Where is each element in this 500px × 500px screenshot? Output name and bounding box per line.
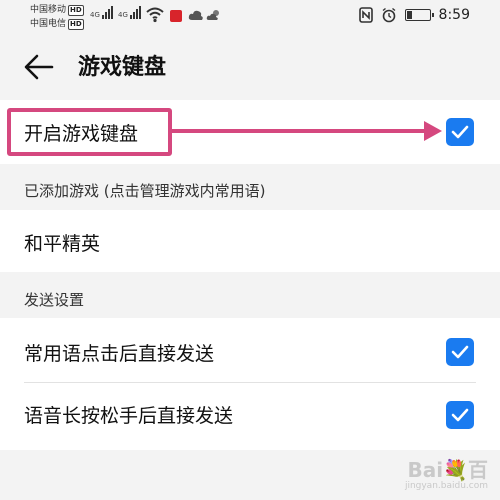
cloud-icon [188,10,203,20]
checkmark-icon [451,345,469,359]
clock: 8:59 [438,7,470,23]
send-after-tap-checkbox[interactable] [446,338,474,366]
annotation-arrow-head-icon [424,121,442,141]
wifi-icon [146,7,164,23]
hd-badge: HD [68,4,84,16]
back-arrow-icon[interactable] [22,50,56,84]
battery-icon [404,9,434,21]
hd-badge: HD [68,18,84,30]
signal-2: 4G [118,6,141,19]
enable-game-keyboard-checkbox[interactable] [446,118,474,146]
weather-icon [206,10,219,20]
checkmark-icon [451,125,469,139]
voice-release-checkbox[interactable] [446,401,474,429]
voice-release-label: 语音长按松手后直接发送 [24,405,234,427]
watermark-logo: Bai💐百 [407,458,489,482]
toolbar: 游戏键盘 [0,36,500,100]
annotation-highlight-box [7,108,172,156]
alarm-icon [382,7,395,23]
signal-2-label: 4G [118,11,128,19]
send-settings-group: 常用语点击后直接发送 语音长按松手后直接发送 [0,318,500,450]
notification-app-icon [170,10,182,22]
nfc-icon [358,7,373,23]
signal-bars-icon [101,6,113,19]
checkmark-icon [451,408,469,422]
divider [24,382,476,383]
status-right: 8:59 [358,7,470,23]
carrier-1: 中国移动 [30,5,67,15]
carrier-2: 中国电信 [30,19,67,29]
status-bar: 中国移动 HD 中国电信 HD 4G 4G 8:59 [0,0,500,36]
annotation-arrow-line [172,129,430,133]
carrier-info: 中国移动 HD 中国电信 HD [30,3,84,31]
send-after-tap-label: 常用语点击后直接发送 [24,343,215,365]
signal-1-label: 4G [90,11,100,19]
send-settings-header: 发送设置 [24,291,85,309]
watermark: Bai💐百 jingyan.baidu.com [405,454,488,491]
watermark-url: jingyan.baidu.com [404,481,488,491]
game-row[interactable]: 和平精英 [0,210,500,272]
added-games-header: 已添加游戏 (点击管理游戏内常用语) [24,182,266,200]
signal-1: 4G [90,6,113,19]
signal-bars-icon [129,6,141,19]
page-title: 游戏键盘 [78,55,167,80]
game-name: 和平精英 [24,233,101,255]
